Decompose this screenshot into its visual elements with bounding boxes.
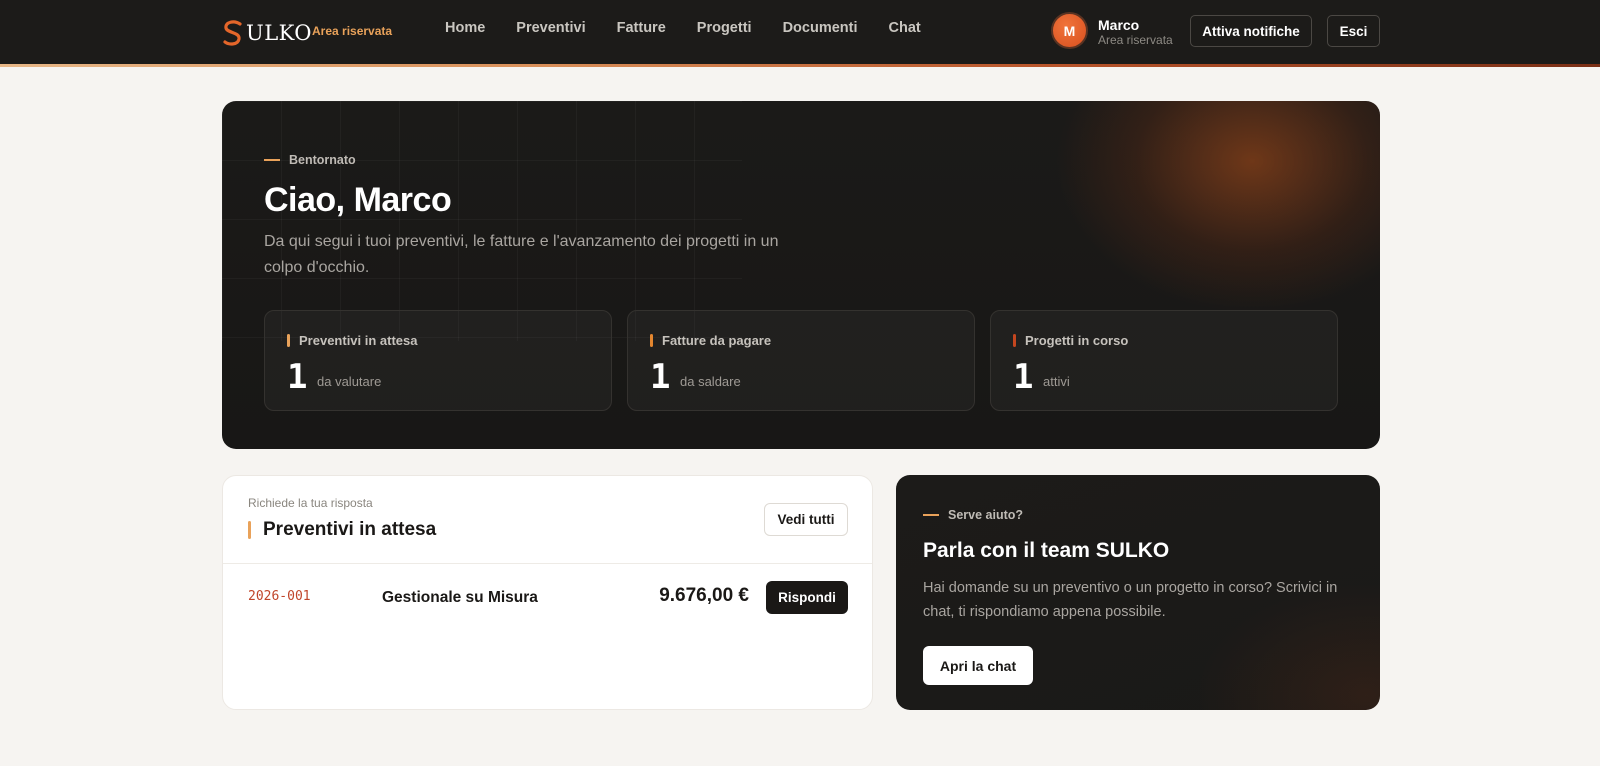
stat-subtext: attivi: [1043, 374, 1070, 389]
nav-item-home[interactable]: Home: [445, 20, 485, 36]
stat-label: Fatture da pagare: [662, 333, 772, 348]
pending-quotes-panel: Richiede la tua risposta Preventivi in a…: [222, 475, 873, 710]
logo-s-mark-icon: [223, 20, 242, 46]
panel-divider: [223, 563, 872, 564]
nav-item-chat[interactable]: Chat: [888, 20, 920, 36]
nav-item-documenti[interactable]: Documenti: [783, 20, 858, 36]
open-chat-button[interactable]: Apri la chat: [923, 646, 1033, 685]
see-all-quotes-button[interactable]: Vedi tutti: [764, 503, 848, 536]
help-eyebrow-text: Serve aiuto?: [948, 508, 1024, 522]
user-name: Marco: [1098, 17, 1140, 33]
stat-label-row: Progetti in corso: [1013, 333, 1128, 348]
user-avatar[interactable]: M: [1051, 12, 1088, 49]
eyebrow-dash: [923, 514, 939, 516]
stat-label-row: Fatture da pagare: [650, 333, 771, 348]
stat-subtext: da valutare: [317, 374, 382, 389]
logout-button[interactable]: Esci: [1327, 15, 1380, 47]
panel-title: Preventivi in attesa: [248, 519, 436, 541]
help-description: Hai domande su un preventivo o un proget…: [923, 580, 1338, 620]
area-riservata-tag: Area riservata: [312, 24, 393, 38]
panel-title-accent-bar: [248, 521, 251, 539]
reply-quote-button[interactable]: Rispondi: [766, 581, 848, 614]
hero-eyebrow-text: Bentornato: [289, 153, 356, 167]
quote-amount: 9.676,00 €: [659, 585, 749, 606]
help-panel: Serve aiuto? Parla con il team SULKO Hai…: [896, 475, 1380, 710]
logo-wordmark: ULKO: [246, 21, 312, 45]
hero-grid-pattern: [222, 101, 742, 341]
header-accent-line: [0, 64, 1600, 67]
stat-card-active-projects[interactable]: Progetti in corso 1 attivi: [990, 310, 1338, 411]
stat-value: 1: [650, 357, 671, 397]
enable-notifications-button[interactable]: Attiva notifiche: [1190, 15, 1312, 47]
stat-accent-bar: [650, 334, 653, 347]
stat-label-row: Preventivi in attesa: [287, 333, 418, 348]
stat-subtext: da saldare: [680, 374, 741, 389]
help-title: Parla con il team SULKO: [923, 539, 1170, 562]
stat-accent-bar: [287, 334, 290, 347]
stat-accent-bar: [1013, 334, 1016, 347]
nav-item-progetti[interactable]: Progetti: [697, 20, 752, 36]
stat-label: Preventivi in attesa: [299, 333, 418, 348]
stat-card-pending-quotes[interactable]: Preventivi in attesa 1 da valutare: [264, 310, 612, 411]
welcome-hero: Bentornato Ciao, Marco Da qui segui i tu…: [222, 101, 1380, 449]
hero-eyebrow: Bentornato: [264, 153, 356, 167]
main-nav: Home Preventivi Fatture Progetti Documen…: [445, 20, 952, 36]
stat-value: 1: [1013, 357, 1034, 397]
stat-card-invoices-due[interactable]: Fatture da pagare 1 da saldare: [627, 310, 975, 411]
nav-item-preventivi[interactable]: Preventivi: [516, 20, 585, 36]
panel-title-text: Preventivi in attesa: [263, 519, 437, 540]
help-eyebrow: Serve aiuto?: [923, 508, 1023, 522]
eyebrow-dash: [264, 159, 280, 161]
panel-eyebrow: Richiede la tua risposta: [248, 496, 373, 510]
user-subtitle: Area riservata: [1098, 33, 1173, 47]
stat-label: Progetti in corso: [1025, 333, 1129, 348]
hero-description: Da qui segui i tuoi preventivi, le fattu…: [264, 233, 779, 276]
sulko-logo[interactable]: ULKO: [222, 18, 312, 48]
hero-title: Ciao, Marco: [264, 181, 452, 219]
stat-value: 1: [287, 357, 308, 397]
top-navbar: ULKO Area riservata Home Preventivi Fatt…: [0, 0, 1600, 65]
nav-item-fatture[interactable]: Fatture: [617, 20, 666, 36]
